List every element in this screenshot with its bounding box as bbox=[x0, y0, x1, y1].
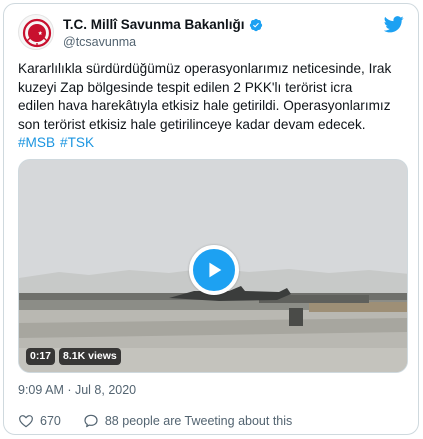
account-avatar[interactable] bbox=[18, 14, 54, 50]
tweet-text: Kararlılıkla sürdürdüğümüz operasyonları… bbox=[18, 61, 392, 132]
account-names: T.C. Millî Savunma Bakanlığı @tcsavunma bbox=[63, 16, 263, 50]
tweet-header: T.C. Millî Savunma Bakanlığı @tcsavunma bbox=[18, 14, 404, 54]
account-display-name[interactable]: T.C. Millî Savunma Bakanlığı bbox=[63, 16, 245, 33]
verified-badge-icon bbox=[249, 18, 262, 31]
tweet-hashtags: #MSB #TSK bbox=[18, 134, 99, 152]
video-badges: 0:17 8.1K views bbox=[26, 348, 121, 365]
ministry-emblem-icon bbox=[22, 18, 52, 48]
comment-icon bbox=[84, 414, 98, 428]
like-count: 670 bbox=[40, 414, 61, 428]
heart-icon bbox=[19, 415, 33, 428]
tweet-timestamp[interactable]: 9:09 AM · Jul 8, 2020 bbox=[18, 382, 136, 398]
like-action[interactable]: 670 bbox=[18, 413, 61, 429]
conversation-action[interactable]: 88 people are Tweeting about this bbox=[83, 413, 292, 429]
hashtag-link[interactable]: #MSB bbox=[18, 135, 55, 150]
account-display-name-row[interactable]: T.C. Millî Savunma Bakanlığı bbox=[63, 16, 263, 33]
video-player[interactable]: 0:17 8.1K views bbox=[18, 159, 408, 373]
tweet-actions: 670 88 people are Tweeting about this bbox=[18, 412, 292, 430]
people-talking-text: 88 people are Tweeting about this bbox=[104, 414, 293, 428]
play-icon bbox=[209, 262, 222, 278]
account-handle[interactable]: @tcsavunma bbox=[63, 34, 263, 50]
video-views-badge: 8.1K views bbox=[59, 348, 121, 365]
play-button[interactable] bbox=[189, 245, 239, 295]
hashtag-link[interactable]: #TSK bbox=[60, 135, 94, 150]
video-duration-badge: 0:17 bbox=[26, 348, 56, 365]
tweet-card: T.C. Millî Savunma Bakanlığı @tcsavunma … bbox=[3, 3, 419, 435]
twitter-bird-icon[interactable] bbox=[384, 14, 404, 34]
